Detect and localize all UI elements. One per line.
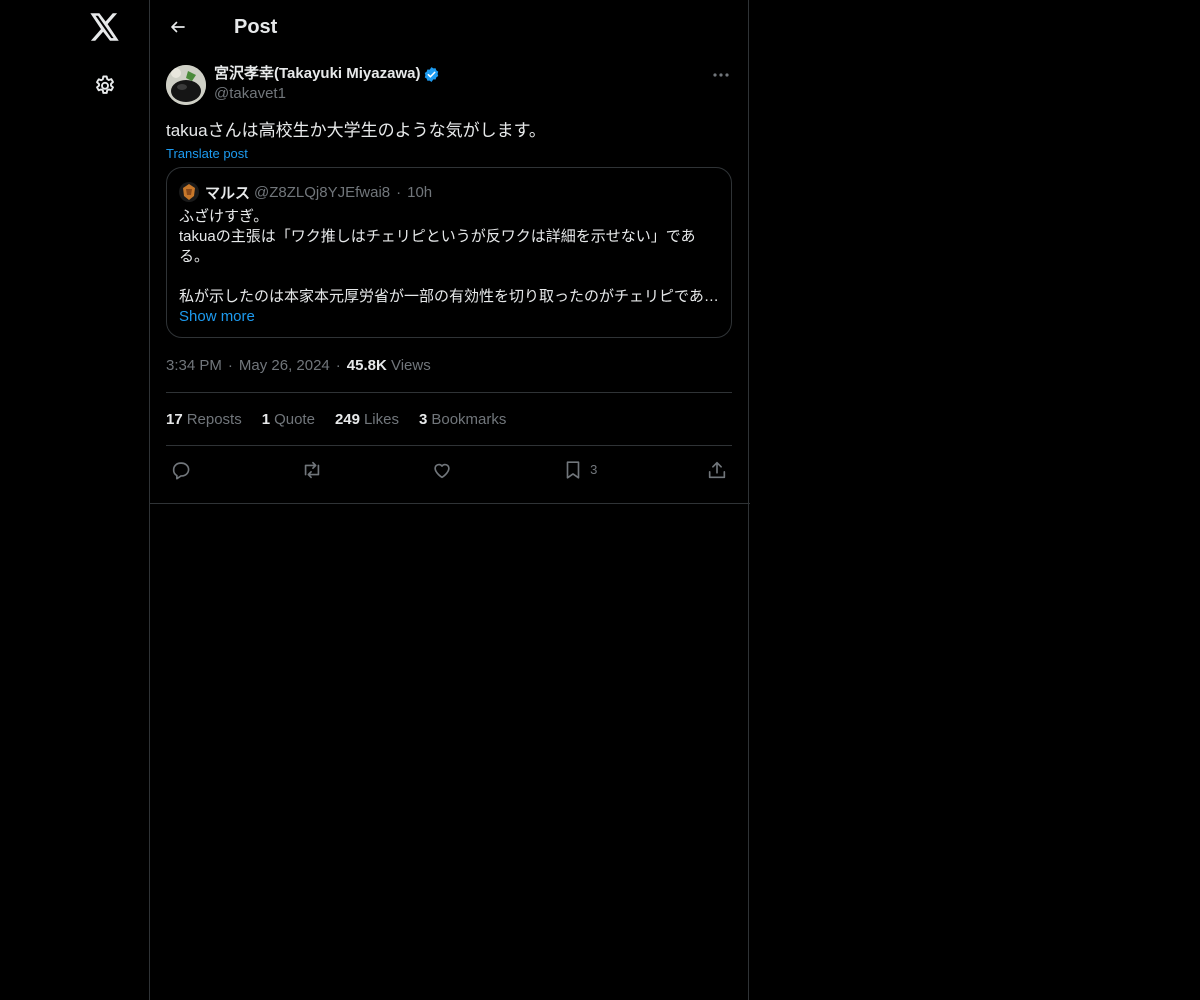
views-label: Views [390,357,431,374]
quoted-post[interactable]: マルス @Z8ZLQj8YJEfwai8 · 10h ふざけすぎ。 takuaの… [166,167,732,338]
reposts-count: 17 [166,410,183,428]
like-button[interactable] [431,459,453,481]
quoted-line: ふざけすぎ。 [179,208,269,225]
bookmarks-stat[interactable]: 3 Bookmarks [419,411,506,428]
bookmarks-count: 3 [419,410,428,428]
quoted-line-gap [179,267,719,287]
quoted-text: ふざけすぎ。 takuaの主張は「ワク推しはチェリピというが反ワクは詳細を示せな… [179,207,719,307]
author-names: 宮沢孝幸(Takayuki Miyazawa) @takavet1 [214,64,440,104]
reposts-stat[interactable]: 17 Reposts [166,411,242,428]
quoted-handle[interactable]: @Z8ZLQj8YJEfwai8 [254,184,390,201]
post-divider [150,503,750,504]
share-icon [708,461,726,478]
author-display-name[interactable]: 宮沢孝幸(Takayuki Miyazawa) [214,64,440,84]
show-more-link[interactable]: Show more [179,307,255,327]
quoted-time[interactable]: 10h [407,184,432,201]
post-actions: 3 [166,446,732,493]
likes-label: Likes [363,410,399,428]
gear-icon[interactable] [89,70,121,102]
repost-button[interactable] [301,459,323,481]
bookmark-icon [566,460,580,479]
post-author-row: 宮沢孝幸(Takayuki Miyazawa) @takavet1 [166,64,732,106]
page-title: Post [234,15,278,38]
reply-icon [172,461,190,480]
verified-badge-icon[interactable] [423,66,440,83]
author-handle[interactable]: @takavet1 [214,84,440,104]
likes-count: 249 [334,410,360,428]
bookmark-button[interactable]: 3 [562,459,597,481]
main-column: Post 宮沢孝幸(Takayuki Miyazawa) @takavet1 t… [149,0,750,1000]
left-nav [0,0,149,1000]
post-stats: 17 Reposts 1 Quote 249 Likes 3 Bookmarks [166,393,732,446]
post-time[interactable]: 3:34 PM [166,357,222,374]
quoted-line: takuaの主張は「ワク推しはチェリピというが反ワクは詳細を示せない」である。 [179,228,696,265]
reposts-label: Reposts [186,410,242,428]
meta-separator: · [335,357,341,374]
views-count: 45.8K [346,357,387,374]
reply-button[interactable] [170,459,192,481]
arrow-left-icon[interactable] [162,11,194,43]
quoted-avatar[interactable] [179,182,199,202]
quoted-separator: · [396,183,402,201]
meta-separator: · [227,357,233,374]
quotes-stat[interactable]: 1 Quote [262,411,315,428]
x-logo-icon[interactable] [88,10,122,44]
quoted-post-header: マルス @Z8ZLQj8YJEfwai8 · 10h [179,180,719,204]
quoted-display-name[interactable]: マルス [205,182,250,203]
page-header: Post [150,0,748,54]
post-date[interactable]: May 26, 2024 [239,357,330,374]
bookmark-count: 3 [590,462,598,477]
post-meta: 3:34 PM · May 26, 2024 · 45.8K Views [166,354,732,393]
post-text: takuaさんは高校生か大学生のような気がします。 [166,121,546,140]
avatar[interactable] [166,65,206,105]
repost-icon [304,461,319,478]
heart-icon [434,463,451,478]
post: 宮沢孝幸(Takayuki Miyazawa) @takavet1 takuaさ… [150,54,748,493]
bookmarks-label: Bookmarks [431,410,507,428]
more-options-icon[interactable] [710,64,732,86]
quotes-label: Quote [274,410,315,428]
quotes-count: 1 [261,410,271,428]
quoted-line: 私が示したのは本家本元厚労省が一部の有効性を切り取ったのがチェリピであ… [179,288,719,305]
share-button[interactable] [706,459,728,481]
translate-post-link[interactable]: Translate post [166,146,248,162]
likes-stat[interactable]: 249 Likes [335,411,399,428]
author-name-text: 宮沢孝幸(Takayuki Miyazawa) [214,65,421,82]
